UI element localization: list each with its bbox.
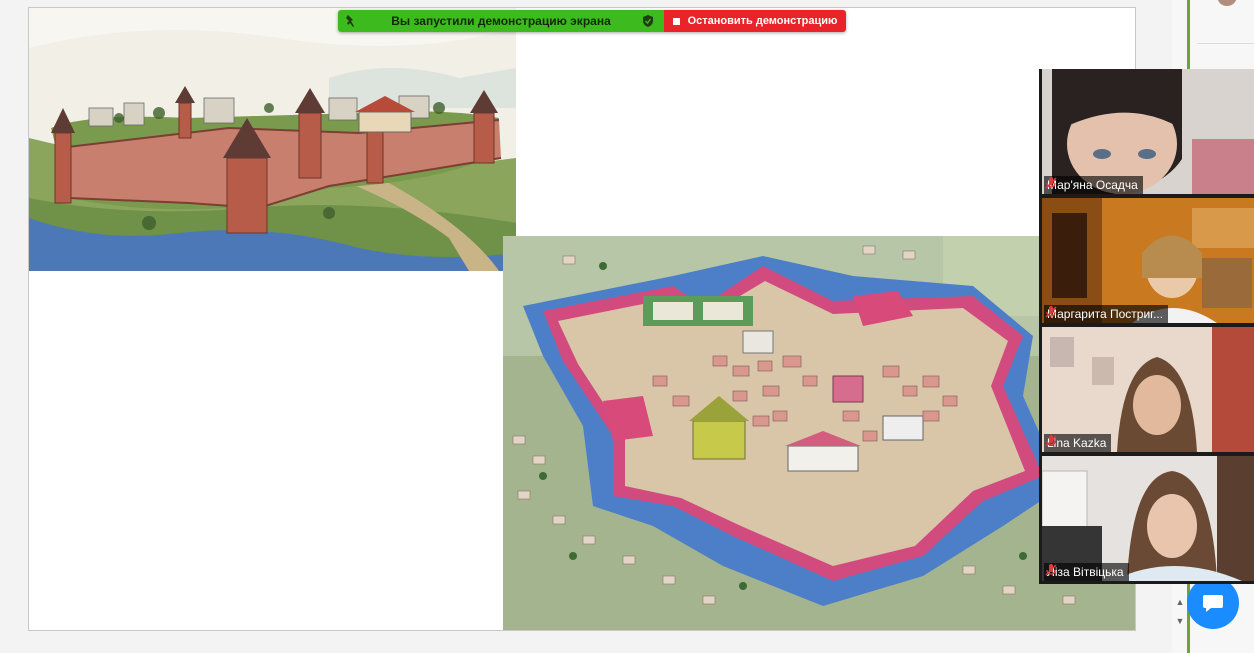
zoom-screen-share-view: ▲ ▼ Вы запустили демонстрацию экрана Ост… [0,0,1254,653]
microphone-muted-icon [1045,564,1057,576]
scroll-down-icon[interactable]: ▼ [1174,616,1186,626]
castle-fortress-sketch [29,8,516,271]
microphone-muted-icon [1045,306,1057,318]
participant-tile[interactable]: Мар'яна Осадча [1042,69,1254,194]
stop-share-label: Остановить демонстрацию [687,15,838,27]
chat-bubble-icon [1203,595,1223,612]
shield-check-icon [643,15,653,27]
share-status-text: Вы запустили демонстрацию экрана [391,14,611,28]
microphone-muted-icon [1045,177,1057,189]
stop-square-icon [672,17,680,25]
scroll-up-icon[interactable]: ▲ [1174,597,1186,607]
participant-name-tag: Ліза Вітвіцька [1044,563,1129,581]
participant-name: Мар'яна Осадча [1047,178,1138,192]
divider [1197,43,1254,44]
participant-tile[interactable]: Lina Kazka [1042,327,1254,452]
participant-tile[interactable]: Маргарита Постриг... [1042,198,1254,323]
share-status-bar[interactable]: Вы запустили демонстрацию экрана [338,10,664,32]
participant-name-tag: Lina Kazka [1044,434,1112,452]
stop-share-button[interactable]: Остановить демонстрацию [664,10,846,32]
microphone-muted-icon [1045,435,1057,447]
pin-icon[interactable] [344,14,356,28]
screen-share-banner: Вы запустили демонстрацию экрана Останов… [338,10,846,32]
presentation-slide [28,7,1136,631]
participant-video-panel: Мар'яна Осадча Маргарита Постриг... Lina… [1039,69,1254,584]
participant-name-tag: Мар'яна Осадча [1044,176,1143,194]
chat-button[interactable] [1187,577,1239,629]
participant-name: Маргарита Постриг... [1047,307,1164,321]
participant-name: Ліза Вітвіцька [1047,565,1124,579]
participant-name-tag: Маргарита Постриг... [1044,305,1169,323]
participant-tile[interactable]: Ліза Вітвіцька [1042,456,1254,581]
